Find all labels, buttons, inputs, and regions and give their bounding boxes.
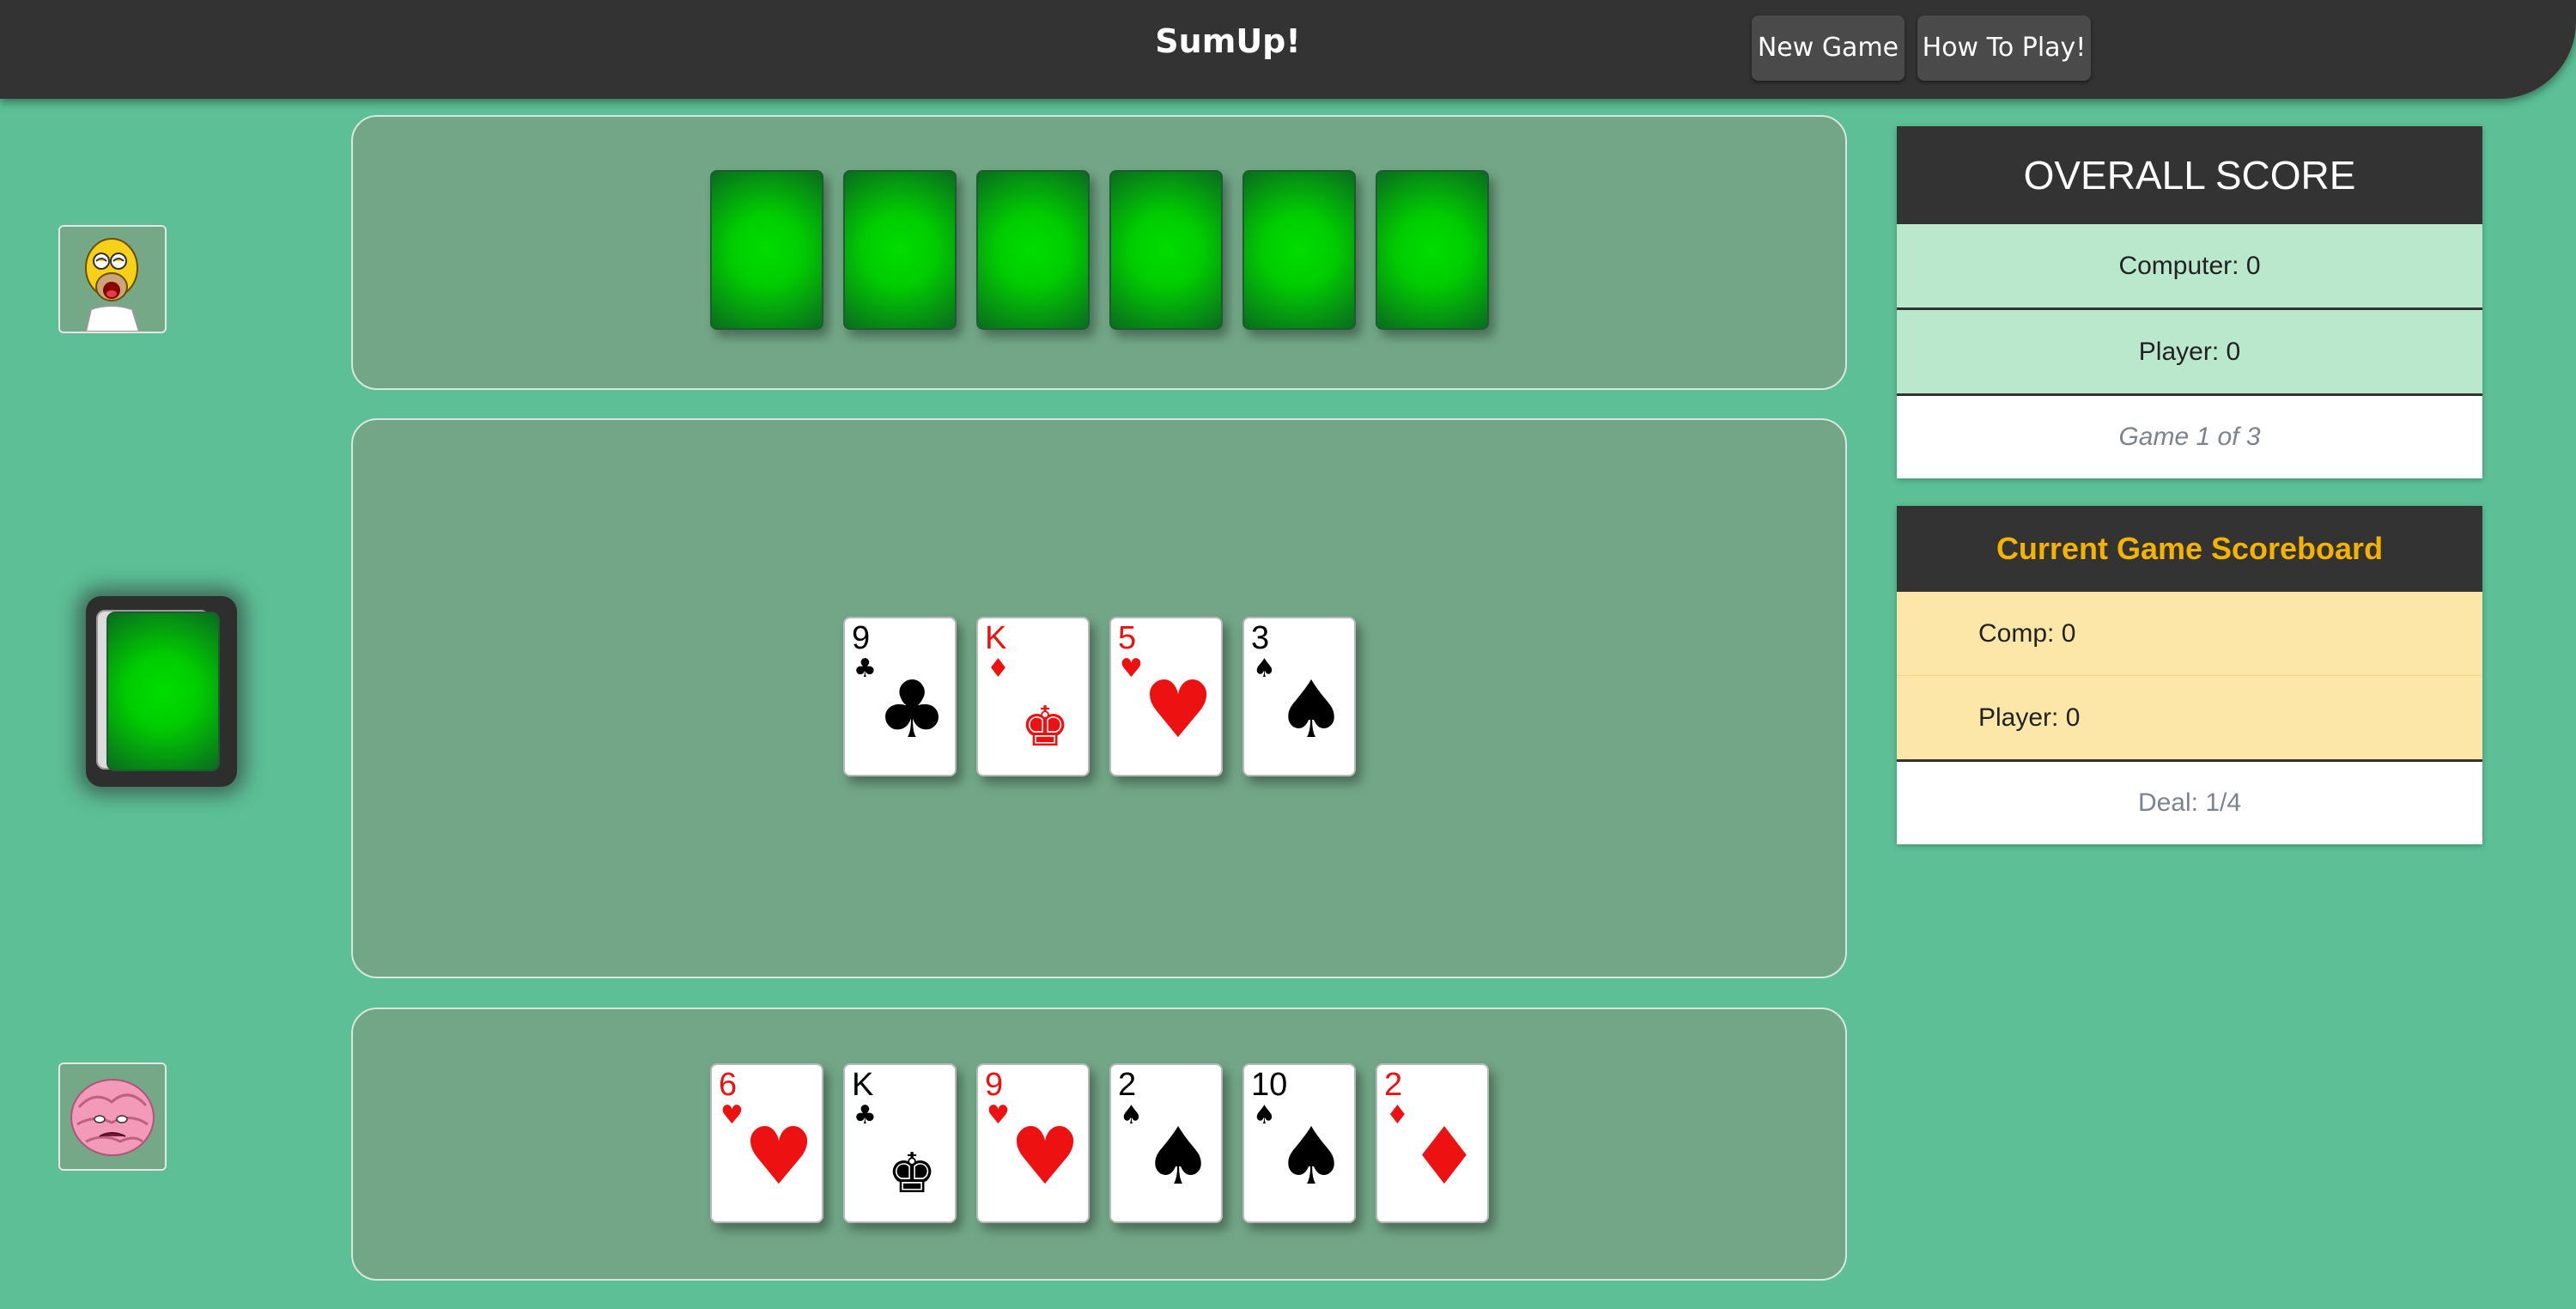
computer-hand-area [351,115,1847,390]
card-king-icon: ♚ [1020,696,1070,759]
table-card[interactable]: 9 ♣ ♣ [843,617,957,776]
brain-avatar-icon [60,1064,165,1169]
current-game-title: Current Game Scoreboard [1897,506,2482,592]
player-hand-card[interactable]: 2 ♦ ♦ [1376,1063,1489,1223]
how-to-play-button[interactable]: How To Play! [1917,15,2091,81]
card-rank: 3 [1251,620,1270,656]
computer-card-back [1109,170,1223,330]
top-bar: SumUp! New Game How To Play! [0,0,2576,99]
card-rank: 2 [1384,1067,1403,1103]
card-rank: 6 [719,1067,738,1103]
card-suit-large-icon: ♠ [1275,664,1347,756]
overall-player-score: Player: 0 [1897,310,2482,396]
table-card[interactable]: 3 ♠ ♠ [1242,617,1356,776]
player-hand-card[interactable]: 2 ♠ ♠ [1109,1063,1223,1223]
card-suit-small-icon: ♣ [854,1100,877,1130]
new-game-button[interactable]: New Game [1752,15,1905,81]
card-rank: 9 [985,1067,1004,1103]
table-card[interactable]: K ♦ ♚ [976,617,1090,776]
computer-card-back [710,170,823,330]
player-hand-card[interactable]: 9 ♥ ♥ [976,1063,1090,1223]
card-rank: K [852,1067,874,1103]
card-king-icon: ♚ [887,1142,937,1206]
card-rank: K [985,620,1007,656]
table-card[interactable]: 5 ♥ ♥ [1109,617,1223,776]
deal-status: Deal: 1/4 [1897,762,2482,844]
card-suit-large-icon: ♣ [876,664,948,756]
player-hand-area: 6 ♥ ♥ K ♣ ♚ 9 ♥ ♥ 2 ♠ ♠ 10 ♠ ♠ 2 ♦ ♦ [351,1008,1847,1281]
app-title: SumUp! [1155,22,1301,60]
card-suit-large-icon: ♥ [1142,664,1214,756]
overall-score-title: OVERALL SCORE [1897,126,2482,224]
computer-card-back [1242,170,1356,330]
card-rank: 9 [852,620,871,656]
card-suit-large-icon: ♠ [1275,1111,1347,1202]
current-player-score: Player: 0 [1897,676,2482,762]
player-hand-card[interactable]: 10 ♠ ♠ [1242,1063,1356,1223]
game-status: Game 1 of 3 [1897,396,2482,478]
card-rank: 10 [1251,1067,1288,1103]
player-avatar [58,1062,167,1171]
card-suit-large-icon: ♥ [1009,1111,1081,1202]
card-suit-large-icon: ♠ [1142,1111,1214,1202]
table-area: 9 ♣ ♣ K ♦ ♚ 5 ♥ ♥ 3 ♠ ♠ [351,418,1847,978]
overall-score-box: OVERALL SCORE Computer: 0 Player: 0 Game… [1897,126,2482,478]
computer-card-back [976,170,1090,330]
current-comp-score: Comp: 0 [1897,592,2482,676]
card-suit-large-icon: ♦ [1408,1111,1480,1202]
overall-computer-score: Computer: 0 [1897,224,2482,310]
current-game-scoreboard: Current Game Scoreboard Comp: 0 Player: … [1897,506,2482,844]
player-hand-card[interactable]: 6 ♥ ♥ [710,1063,823,1223]
deck-card-top [106,612,220,771]
draw-deck[interactable] [86,596,237,787]
card-suit-large-icon: ♥ [743,1111,815,1202]
computer-avatar [58,225,167,333]
homer-avatar-icon [60,227,165,332]
computer-card-back [843,170,957,330]
computer-card-back [1376,170,1489,330]
card-rank: 5 [1118,620,1137,656]
card-rank: 2 [1118,1067,1137,1103]
card-suit-small-icon: ♦ [987,654,1010,684]
player-hand-card[interactable]: K ♣ ♚ [843,1063,957,1223]
